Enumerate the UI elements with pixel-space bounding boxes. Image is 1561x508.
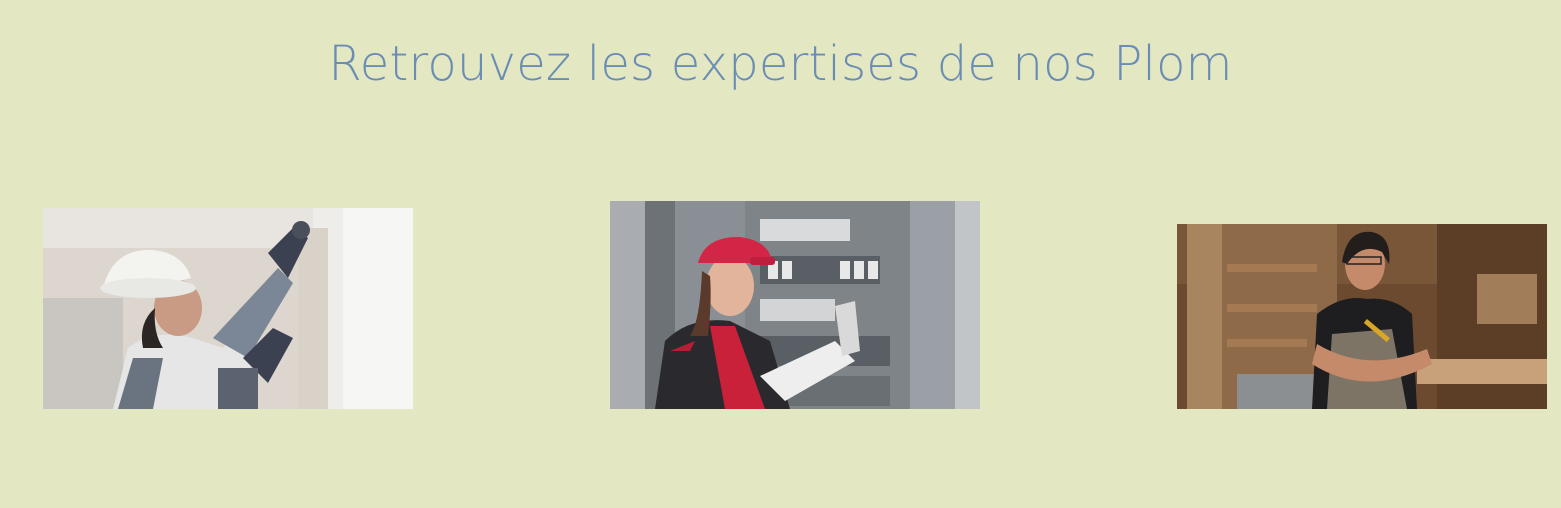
section-title: Retrouvez les expertises de nos Plom [328,36,1233,92]
electrician-photo [610,201,980,409]
painter-photo [43,208,413,409]
carpenter-photo [1177,224,1547,409]
